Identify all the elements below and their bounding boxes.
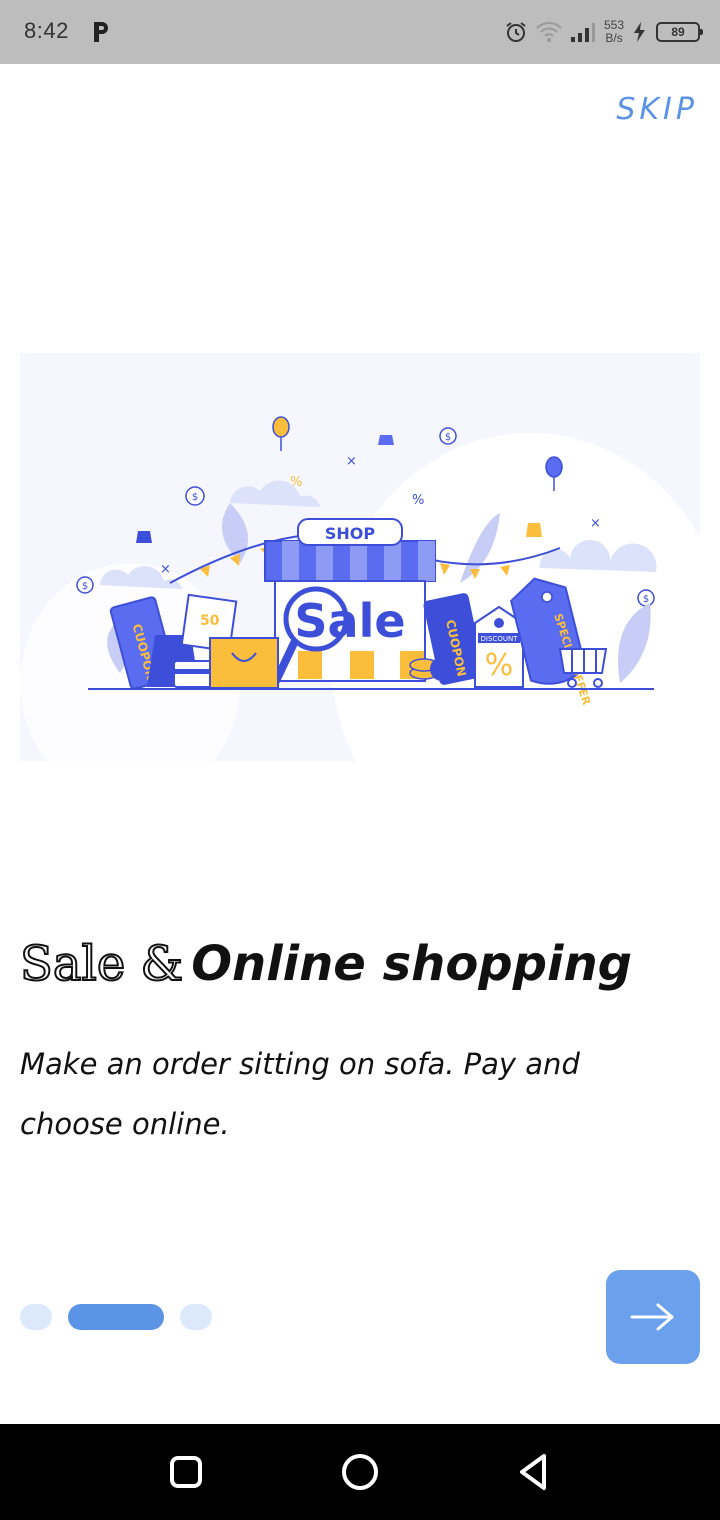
svg-text:$: $ bbox=[192, 492, 198, 503]
home-circle-icon[interactable] bbox=[336, 1448, 384, 1496]
svg-text:$: $ bbox=[643, 594, 649, 605]
page-dot-3[interactable] bbox=[180, 1304, 212, 1330]
onboarding-title: Sale & Online shopping bbox=[19, 935, 632, 993]
status-time: 8:42 bbox=[24, 18, 69, 43]
status-bar: 8:42 553 B/s 89 bbox=[0, 0, 720, 64]
network-speed: 553 B/s bbox=[604, 19, 624, 45]
arrow-right-icon bbox=[630, 1303, 674, 1331]
online-shopping-illustration: $ $ $ $ % % × × × SHOP Sale CUOPON 50 CU… bbox=[20, 416, 700, 761]
shop-sign-text: SHOP bbox=[325, 524, 376, 543]
title-bold-text: Online shopping bbox=[191, 936, 632, 992]
svg-text:$: $ bbox=[445, 432, 451, 443]
battery-indicator: 89 bbox=[656, 22, 703, 42]
onboarding-subtitle: Make an order sitting on sofa. Pay and c… bbox=[20, 1047, 580, 1141]
svg-text:DISCOUNT: DISCOUNT bbox=[481, 635, 519, 643]
svg-text:×: × bbox=[160, 562, 171, 577]
svg-text:%: % bbox=[290, 475, 302, 490]
network-speed-unit: B/s bbox=[605, 31, 623, 45]
title-outline-text: Sale & bbox=[19, 935, 184, 993]
svg-text:×: × bbox=[590, 516, 601, 531]
svg-text:×: × bbox=[346, 454, 357, 469]
svg-text:%: % bbox=[412, 493, 424, 508]
page-indicator bbox=[20, 1304, 212, 1330]
gift-box bbox=[209, 637, 279, 689]
svg-text:50: 50 bbox=[200, 613, 220, 629]
status-icons: 553 B/s 89 bbox=[504, 14, 703, 50]
svg-text:$: $ bbox=[82, 581, 88, 592]
system-navigation-bar bbox=[0, 1424, 720, 1520]
sale-text: Sale bbox=[294, 594, 405, 648]
charging-icon bbox=[634, 22, 645, 42]
coin-stack bbox=[409, 657, 454, 681]
next-button[interactable] bbox=[606, 1270, 700, 1364]
page-dot-1[interactable] bbox=[20, 1304, 52, 1330]
recents-square-icon[interactable] bbox=[162, 1448, 210, 1496]
skip-button[interactable]: SKIP bbox=[616, 92, 698, 127]
wifi-icon bbox=[536, 22, 562, 42]
hero-illustration: $ $ $ $ % % × × × SHOP Sale CUOPON 50 CU… bbox=[20, 353, 700, 761]
page-dot-2-active[interactable] bbox=[68, 1304, 164, 1330]
back-triangle-icon[interactable] bbox=[510, 1448, 558, 1496]
signal-icon bbox=[570, 23, 595, 42]
alarm-icon bbox=[506, 22, 526, 42]
svg-text:%: % bbox=[485, 648, 514, 683]
parking-app-icon bbox=[94, 22, 108, 42]
